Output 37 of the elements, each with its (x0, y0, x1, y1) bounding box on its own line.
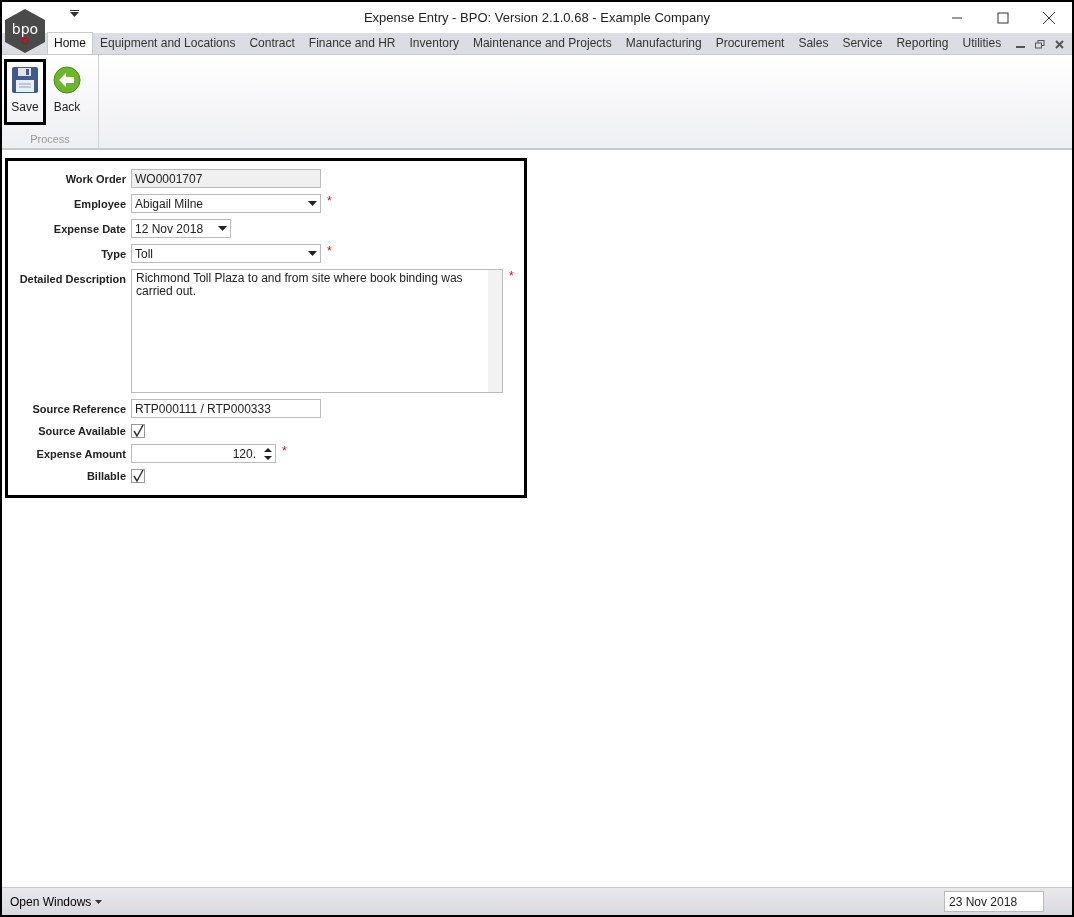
field-label: Billable (86, 470, 126, 482)
required-asterisk: * (327, 244, 332, 258)
field-label: Type (101, 247, 126, 260)
ribbon-tab[interactable]: Home (47, 32, 93, 54)
window-title: Expense Entry - BPO: Version 2.1.0.68 - Example Company (363, 10, 711, 25)
field-label: Detailed Description (19, 272, 126, 285)
field-label: Expense Amount (36, 447, 126, 460)
required-asterisk: * (509, 269, 514, 283)
ribbon-tab[interactable]: Contract (242, 32, 302, 54)
required-asterisk: * (327, 194, 332, 208)
ribbon-tab[interactable]: Sales (791, 32, 836, 54)
date-field[interactable]: 12 Nov 2018 (131, 219, 231, 238)
dropdown-field[interactable]: Toll (131, 244, 321, 263)
ribbon-tab[interactable]: Service (835, 32, 890, 54)
ribbon-tab[interactable]: Manufacturing (618, 32, 709, 54)
field-label: Expense Date (53, 222, 126, 235)
description-field[interactable]: Richmond Toll Plaza to and from site where book binding was carried out. (131, 269, 503, 393)
text-field[interactable]: RTP000111 / RTP000333 (131, 399, 321, 418)
status-date-field[interactable]: 23 Nov 2018 (944, 891, 1044, 912)
field-label: Source Reference (32, 402, 126, 415)
amount-spin-field[interactable]: 120. (131, 444, 276, 463)
field-label: Source Available (38, 425, 126, 437)
ribbon-tab[interactable]: Procurement (708, 32, 792, 54)
ribbon-tab[interactable]: Utilities (955, 32, 1009, 54)
ribbon-tab[interactable]: Maintenance and Projects (465, 32, 619, 54)
field-label: Employee (74, 197, 126, 210)
ribbon-tab[interactable]: Finance and HR (301, 32, 403, 54)
dropdown-field[interactable]: Abigail Milne (131, 194, 321, 213)
ribbon-tab[interactable]: Equipment and Locations (93, 32, 243, 54)
field-label: Work Order (65, 172, 126, 185)
required-asterisk: * (282, 444, 287, 458)
ribbon-tab[interactable]: Inventory (402, 32, 466, 54)
ribbon-tab[interactable]: Reporting (889, 32, 956, 54)
open-windows-menu[interactable]: Open Windows (10, 894, 103, 909)
ribbon-group-label: Process (29, 133, 71, 147)
save-button[interactable]: Save (4, 59, 46, 125)
back-button[interactable]: Back (46, 59, 88, 125)
